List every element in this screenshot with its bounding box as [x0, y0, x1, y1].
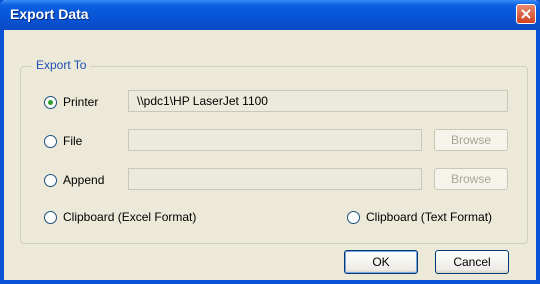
- file-radio[interactable]: File: [44, 134, 82, 148]
- clipboard-excel-radio[interactable]: Clipboard (Excel Format): [44, 210, 196, 224]
- clipboard-text-radio[interactable]: Clipboard (Text Format): [347, 210, 492, 224]
- title-bar[interactable]: Export Data: [0, 0, 540, 30]
- dialog-title: Export Data: [10, 6, 89, 22]
- clipboard-excel-label: Clipboard (Excel Format): [63, 210, 197, 224]
- radio-unchecked-icon: [44, 134, 57, 148]
- export-data-dialog: Export Data Export To Printer \\pdc1\HP …: [0, 0, 540, 284]
- printer-radio[interactable]: Printer: [44, 95, 98, 109]
- radio-unchecked-icon: [44, 173, 57, 187]
- close-icon: [521, 9, 531, 19]
- radio-unchecked-icon: [347, 210, 360, 224]
- clipboard-text-label: Clipboard (Text Format): [366, 210, 493, 224]
- printer-label: Printer: [63, 95, 99, 109]
- append-browse-button[interactable]: Browse: [434, 168, 508, 190]
- ok-button[interactable]: OK: [344, 250, 418, 274]
- append-label: Append: [63, 173, 105, 187]
- printer-field: \\pdc1\HP LaserJet 1100: [128, 90, 508, 112]
- close-button[interactable]: [516, 4, 536, 24]
- file-label: File: [63, 134, 83, 148]
- group-label: Export To: [32, 58, 91, 72]
- radio-unchecked-icon: [44, 210, 57, 224]
- file-browse-button[interactable]: Browse: [434, 129, 508, 151]
- file-path-field[interactable]: [128, 129, 422, 151]
- radio-checked-icon: [44, 95, 57, 109]
- append-radio[interactable]: Append: [44, 173, 104, 187]
- append-path-field[interactable]: [128, 168, 422, 190]
- cancel-button[interactable]: Cancel: [435, 250, 509, 274]
